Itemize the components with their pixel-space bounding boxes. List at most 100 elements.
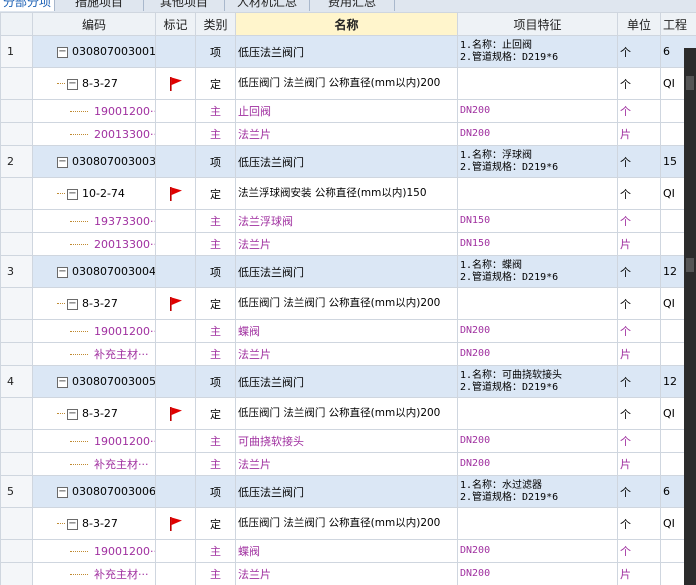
- unit-cell[interactable]: 个: [617, 35, 661, 68]
- name-cell[interactable]: 可曲挠软接头: [235, 429, 458, 453]
- unit-cell[interactable]: 个: [617, 475, 661, 508]
- type-cell[interactable]: 定: [195, 67, 236, 100]
- mark-cell[interactable]: [155, 342, 196, 366]
- tab-fenbufenxiang[interactable]: 分部分项: [0, 0, 55, 11]
- code-cell[interactable]: 19001200···: [32, 539, 156, 563]
- mark-cell[interactable]: [155, 99, 196, 123]
- type-cell[interactable]: 项: [195, 145, 236, 178]
- name-cell[interactable]: 蝶阀: [235, 319, 458, 343]
- type-cell[interactable]: 项: [195, 365, 236, 398]
- unit-cell[interactable]: 个: [617, 365, 661, 398]
- type-cell[interactable]: 主: [195, 342, 236, 366]
- type-cell[interactable]: 主: [195, 539, 236, 563]
- mark-cell[interactable]: [155, 145, 196, 178]
- name-cell[interactable]: 法兰浮球阀安装 公称直径(mm以内)150: [235, 177, 458, 210]
- code-cell[interactable]: −10-2-74: [32, 177, 156, 210]
- type-cell[interactable]: 项: [195, 255, 236, 288]
- feature-cell[interactable]: [457, 177, 618, 210]
- unit-cell[interactable]: 个: [617, 539, 661, 563]
- feature-cell[interactable]: DN200: [457, 319, 618, 343]
- feature-cell[interactable]: [457, 67, 618, 100]
- feature-cell[interactable]: [457, 287, 618, 320]
- collapse-toggle-icon[interactable]: −: [67, 298, 78, 310]
- col-header-type[interactable]: 类别: [195, 12, 236, 36]
- code-cell[interactable]: 19373300···: [32, 209, 156, 233]
- code-cell[interactable]: 20013300···: [32, 122, 156, 146]
- bill-item-row[interactable]: 2−030807003003 项低压法兰阀门 1.名称：浮球阀 2.管道规格：D21…: [0, 145, 696, 178]
- unit-cell[interactable]: 个: [617, 397, 661, 430]
- collapse-toggle-icon[interactable]: −: [57, 266, 68, 278]
- feature-cell[interactable]: DN200: [457, 99, 618, 123]
- unit-cell[interactable]: 个: [617, 507, 661, 540]
- feature-cell[interactable]: DN150: [457, 209, 618, 233]
- name-cell[interactable]: 低压法兰阀门: [235, 35, 458, 68]
- name-cell[interactable]: 法兰片: [235, 452, 458, 476]
- name-cell[interactable]: 法兰浮球阀: [235, 209, 458, 233]
- col-header-feature[interactable]: 项目特征: [457, 12, 618, 36]
- feature-cell[interactable]: [457, 397, 618, 430]
- unit-cell[interactable]: 个: [617, 429, 661, 453]
- unit-cell[interactable]: 片: [617, 562, 661, 585]
- mark-cell[interactable]: [155, 452, 196, 476]
- bill-item-row[interactable]: 1−030807003001 项低压法兰阀门 1.名称：止回阀 2.管道规格：D21…: [0, 35, 696, 68]
- type-cell[interactable]: 定: [195, 507, 236, 540]
- col-header-name[interactable]: 名称: [235, 12, 458, 36]
- tab-cuoshi[interactable]: 措施项目: [55, 0, 144, 11]
- type-cell[interactable]: 主: [195, 452, 236, 476]
- unit-cell[interactable]: 个: [617, 67, 661, 100]
- mark-cell[interactable]: [155, 35, 196, 68]
- feature-cell[interactable]: DN200: [457, 562, 618, 585]
- code-cell[interactable]: 补充主材···: [32, 452, 156, 476]
- mark-cell[interactable]: [155, 287, 196, 320]
- feature-cell[interactable]: [457, 507, 618, 540]
- material-row[interactable]: 19001200··· 主可曲挠软接头 DN200 个: [0, 429, 696, 453]
- quota-row[interactable]: −8-3-27 定低压阀门 法兰阀门 公称直径(mm以内)200 个 QI: [0, 397, 696, 430]
- unit-cell[interactable]: 片: [617, 122, 661, 146]
- mark-cell[interactable]: [155, 365, 196, 398]
- unit-cell[interactable]: 片: [617, 342, 661, 366]
- bill-item-row[interactable]: 5−030807003006 项低压法兰阀门 1.名称：水过滤器 2.管道规格：D2…: [0, 475, 696, 508]
- type-cell[interactable]: 定: [195, 397, 236, 430]
- name-cell[interactable]: 低压阀门 法兰阀门 公称直径(mm以内)200: [235, 67, 458, 100]
- feature-cell[interactable]: DN200: [457, 452, 618, 476]
- mark-cell[interactable]: [155, 319, 196, 343]
- name-cell[interactable]: 止回阀: [235, 99, 458, 123]
- feature-cell[interactable]: 1.名称：止回阀 2.管道规格：D219*6: [457, 35, 618, 68]
- bill-item-row[interactable]: 4−030807003005 项低压法兰阀门 1.名称：可曲挠软接头 2.管道规格：…: [0, 365, 696, 398]
- type-cell[interactable]: 项: [195, 475, 236, 508]
- quota-row[interactable]: −8-3-27 定低压阀门 法兰阀门 公称直径(mm以内)200 个 QI: [0, 67, 696, 100]
- name-cell[interactable]: 法兰片: [235, 562, 458, 585]
- material-row[interactable]: 19373300··· 主法兰浮球阀 DN150 个: [0, 209, 696, 233]
- type-cell[interactable]: 主: [195, 122, 236, 146]
- code-cell[interactable]: −8-3-27: [32, 397, 156, 430]
- col-header-unit[interactable]: 单位: [617, 12, 661, 36]
- type-cell[interactable]: 主: [195, 562, 236, 585]
- name-cell[interactable]: 低压法兰阀门: [235, 255, 458, 288]
- tab-rencaiji[interactable]: 人材机汇总: [225, 0, 310, 11]
- unit-cell[interactable]: 片: [617, 452, 661, 476]
- feature-cell[interactable]: DN200: [457, 429, 618, 453]
- collapse-toggle-icon[interactable]: −: [67, 78, 78, 90]
- code-cell[interactable]: 20013300···: [32, 232, 156, 256]
- name-cell[interactable]: 法兰片: [235, 122, 458, 146]
- tab-qita[interactable]: 其他项目: [144, 0, 225, 11]
- mark-cell[interactable]: [155, 397, 196, 430]
- feature-cell[interactable]: DN200: [457, 342, 618, 366]
- feature-cell[interactable]: 1.名称：水过滤器 2.管道规格：D219*6: [457, 475, 618, 508]
- mark-cell[interactable]: [155, 562, 196, 585]
- bill-item-row[interactable]: 3−030807003004 项低压法兰阀门 1.名称：蝶阀 2.管道规格：D219…: [0, 255, 696, 288]
- code-cell[interactable]: −8-3-27: [32, 507, 156, 540]
- collapse-toggle-icon[interactable]: −: [57, 156, 68, 168]
- col-header-mark[interactable]: 标记: [155, 12, 196, 36]
- material-row[interactable]: 补充主材··· 主法兰片 DN200 片: [0, 452, 696, 476]
- feature-cell[interactable]: 1.名称：浮球阀 2.管道规格：D219*6: [457, 145, 618, 178]
- collapse-toggle-icon[interactable]: −: [57, 486, 68, 498]
- type-cell[interactable]: 主: [195, 429, 236, 453]
- col-header-code[interactable]: 编码: [32, 12, 156, 36]
- code-cell[interactable]: −030807003003: [32, 145, 156, 178]
- code-cell[interactable]: 补充主材···: [32, 342, 156, 366]
- mark-cell[interactable]: [155, 232, 196, 256]
- name-cell[interactable]: 蝶阀: [235, 539, 458, 563]
- name-cell[interactable]: 低压阀门 法兰阀门 公称直径(mm以内)200: [235, 507, 458, 540]
- unit-cell[interactable]: 个: [617, 319, 661, 343]
